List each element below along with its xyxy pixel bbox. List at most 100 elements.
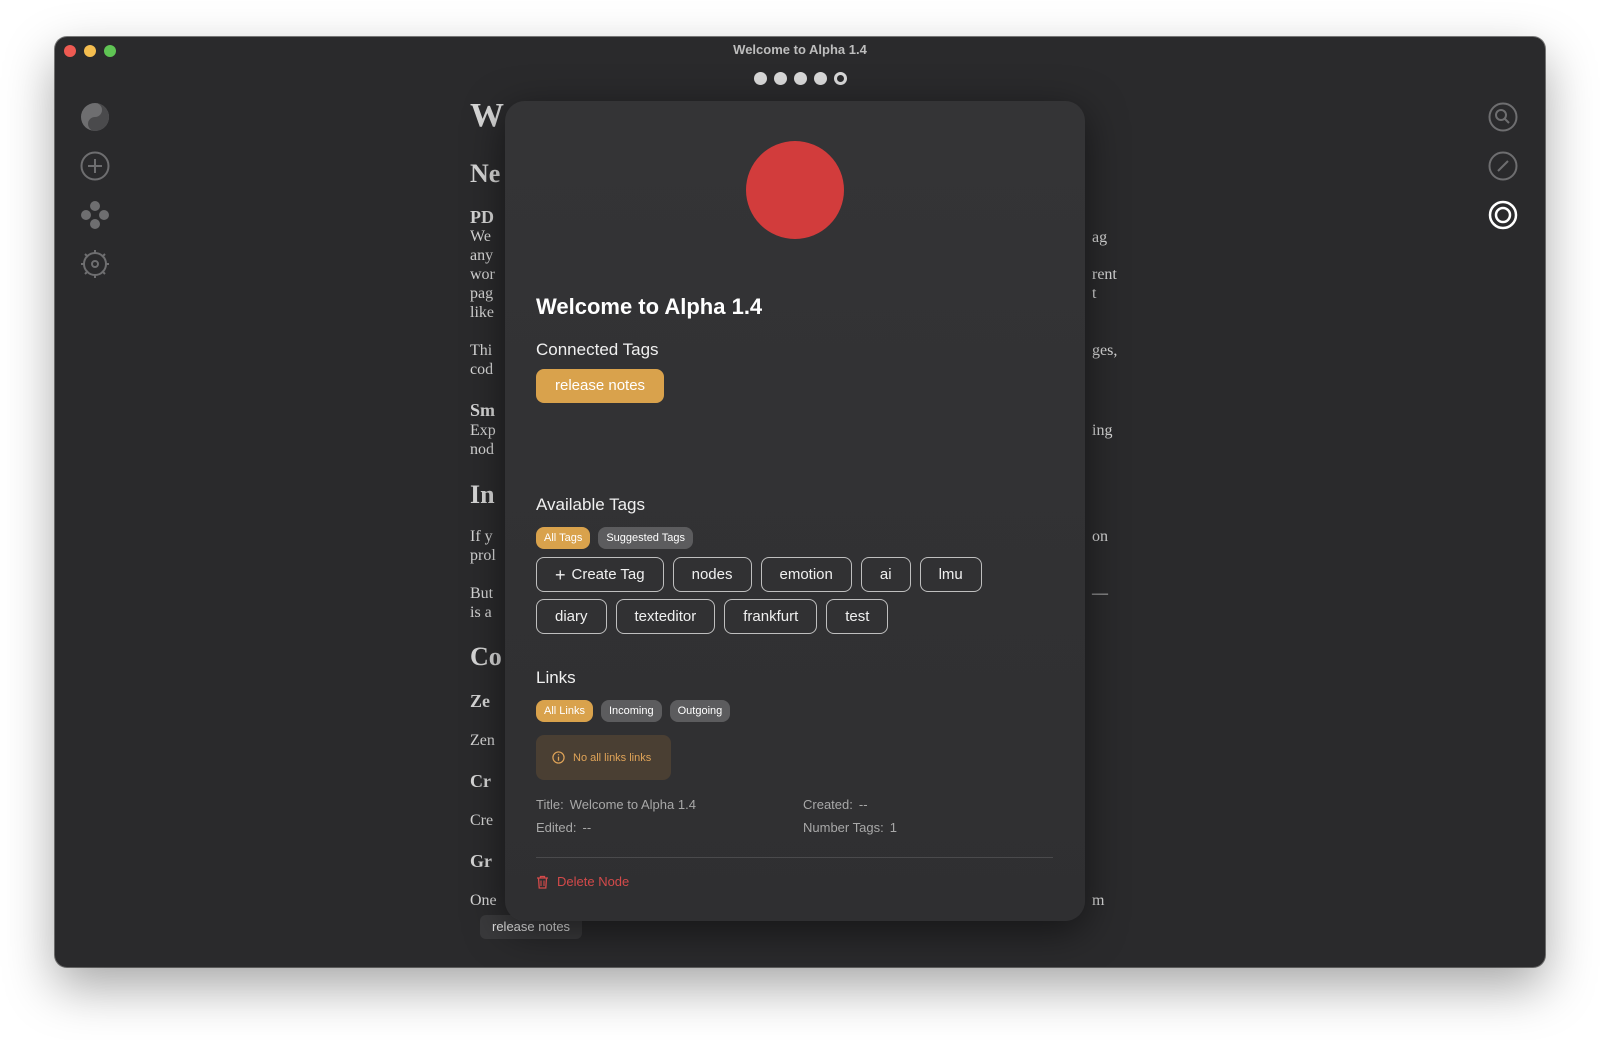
doc-heading: PD [470, 207, 494, 227]
tag-button[interactable]: ai [860, 557, 911, 592]
settings-icon [81, 250, 109, 278]
doc-text: pag [470, 285, 494, 302]
edit-icon [1488, 151, 1518, 181]
doc-heading: Gr [470, 851, 492, 871]
tag-button[interactable]: lmu [919, 557, 982, 592]
doc-heading: Sm [470, 400, 496, 420]
right-toolbar [1487, 101, 1519, 248]
search-button[interactable] [1487, 101, 1519, 133]
node-color-indicator[interactable] [746, 141, 844, 239]
graph-view-button[interactable] [79, 199, 111, 231]
page-dot[interactable] [814, 72, 827, 85]
tag-button[interactable]: nodes [672, 557, 752, 592]
page-dot[interactable] [774, 72, 787, 85]
doc-text: Thi [470, 342, 493, 359]
page-indicator [754, 72, 847, 85]
add-icon [80, 151, 110, 181]
doc-text: wor [470, 266, 495, 283]
meta-label: Created: [803, 797, 853, 812]
doc-text: ing [1092, 422, 1113, 439]
doc-heading: W [470, 97, 504, 134]
doc-heading: In [470, 480, 495, 509]
window-title: Welcome to Alpha 1.4 [733, 42, 867, 57]
page-dot[interactable] [754, 72, 767, 85]
logo-button[interactable] [79, 101, 111, 133]
target-icon [1488, 200, 1518, 230]
doc-heading: Ne [470, 159, 501, 188]
meta-title: Title: Welcome to Alpha 1.4 [536, 797, 696, 812]
filter-outgoing[interactable]: Outgoing [669, 700, 731, 722]
meta-label: Edited: [536, 820, 577, 835]
doc-heading: Ze [470, 691, 490, 711]
meta-edited: Edited: -- [536, 820, 591, 835]
search-icon [1488, 102, 1518, 132]
doc-text: One [470, 892, 497, 909]
doc-heading: Cr [470, 771, 491, 791]
divider [536, 857, 1053, 858]
tag-button[interactable]: frankfurt [724, 599, 818, 634]
doc-text: prol [470, 547, 496, 564]
doc-text: any [470, 247, 494, 264]
page-dot[interactable] [794, 72, 807, 85]
tag-button[interactable]: test [826, 599, 889, 634]
doc-text: t [1092, 285, 1097, 302]
connected-tags-heading: Connected Tags [536, 340, 659, 359]
meta-value: -- [582, 820, 592, 835]
doc-text: ges, [1092, 342, 1118, 359]
create-tag-button[interactable]: + Create Tag [536, 557, 664, 592]
doc-text: is a [470, 604, 492, 621]
tag-filter-group: All Tags Suggested Tags [536, 527, 694, 549]
titlebar: Welcome to Alpha 1.4 [55, 37, 1545, 65]
info-icon [552, 751, 565, 764]
tag-button[interactable]: emotion [760, 557, 852, 592]
page-dot-active[interactable] [834, 72, 847, 85]
edit-button[interactable] [1487, 150, 1519, 182]
connected-tag-chip[interactable]: release notes [536, 369, 665, 403]
empty-links-notice: No all links links [536, 735, 671, 780]
node-info-panel: Welcome to Alpha 1.4 Connected Tags rele… [505, 101, 1085, 921]
empty-links-text: No all links links [573, 751, 652, 764]
doc-text: like [470, 304, 494, 321]
doc-text: If y [470, 528, 493, 545]
doc-text: Zen [470, 732, 495, 749]
doc-text: But [470, 585, 494, 602]
doc-text: Cre [470, 812, 494, 829]
tag-button[interactable]: diary [536, 599, 607, 634]
links-heading: Links [536, 668, 576, 687]
available-tags-heading: Available Tags [536, 495, 646, 514]
settings-button[interactable] [79, 248, 111, 280]
create-tag-label: Create Tag [571, 565, 645, 583]
meta-label: Title: [536, 797, 564, 812]
add-node-button[interactable] [79, 150, 111, 182]
link-filter-group: All Links Incoming Outgoing [536, 700, 731, 722]
filter-all-tags[interactable]: All Tags [536, 527, 591, 549]
meta-value: 1 [889, 820, 897, 835]
doc-heading: Co [470, 642, 502, 671]
filter-suggested-tags[interactable]: Suggested Tags [598, 527, 694, 549]
meta-number-tags: Number Tags: 1 [803, 820, 897, 835]
logo-icon [81, 103, 109, 131]
doc-text: m [1092, 892, 1105, 909]
trash-icon [537, 875, 548, 889]
doc-text: — [1092, 585, 1108, 602]
filter-all-links[interactable]: All Links [536, 700, 593, 722]
left-toolbar [79, 101, 111, 297]
delete-node-button[interactable]: Delete Node [536, 874, 629, 889]
doc-text: on [1092, 528, 1108, 545]
delete-node-label: Delete Node [557, 874, 630, 889]
meta-created: Created: -- [803, 797, 868, 812]
doc-text: rent [1092, 266, 1117, 283]
plus-icon: + [555, 564, 566, 585]
focus-button[interactable] [1487, 199, 1519, 231]
tag-button[interactable]: texteditor [615, 599, 716, 634]
doc-text: We [470, 228, 491, 245]
app-window: Welcome to Alpha 1.4 W Ne PD We any wor … [55, 37, 1545, 967]
available-tags-row: + Create Tag nodes emotion ai lmu [536, 557, 982, 592]
doc-text: Exp [470, 422, 496, 439]
meta-value: -- [858, 797, 868, 812]
doc-text: cod [470, 361, 494, 378]
node-title: Welcome to Alpha 1.4 [536, 294, 763, 319]
doc-text: ag [1092, 229, 1108, 246]
meta-value: Welcome to Alpha 1.4 [569, 797, 696, 812]
filter-incoming[interactable]: Incoming [600, 700, 662, 722]
